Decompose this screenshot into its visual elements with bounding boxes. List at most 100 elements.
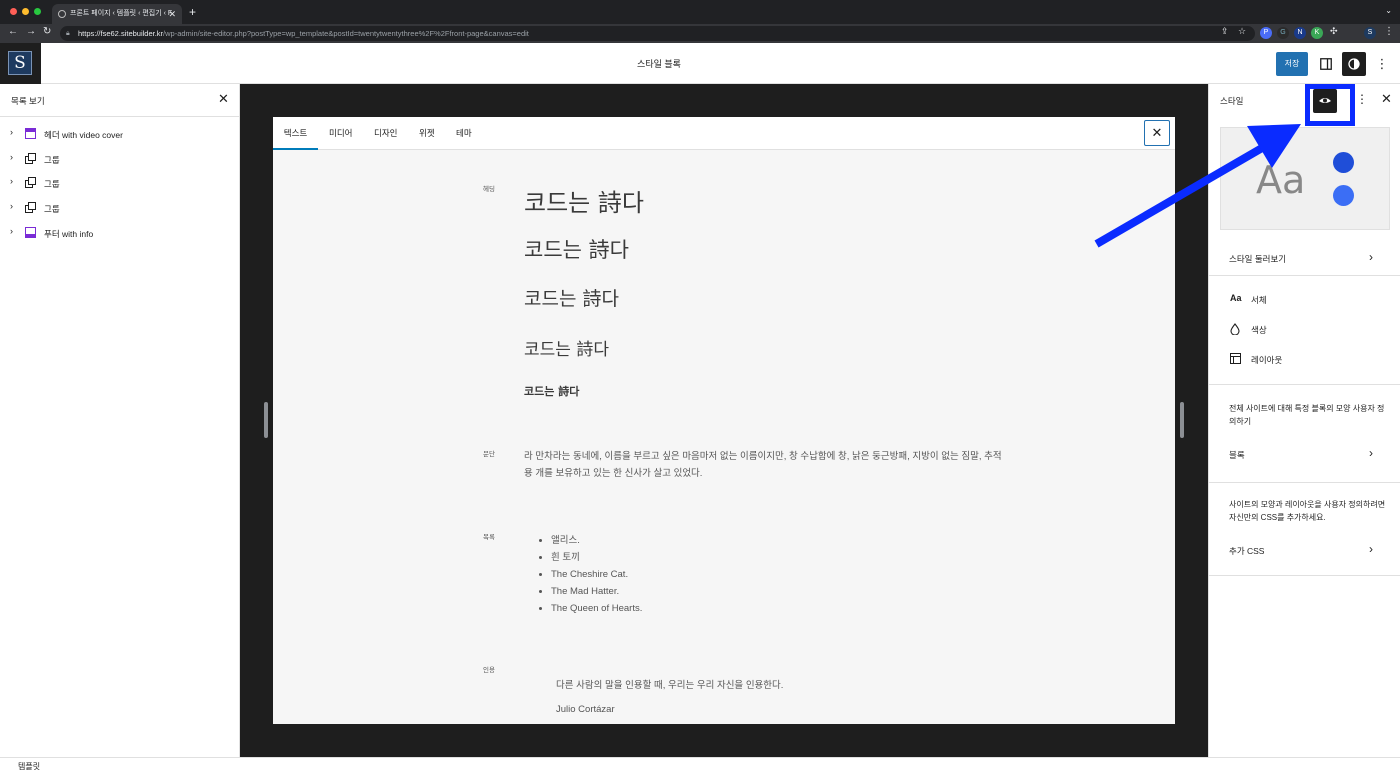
- list-block[interactable]: 앨리스. 흰 토끼 The Cheshire Cat. The Mad Hatt…: [551, 532, 642, 617]
- list-item: 흰 토끼: [551, 549, 642, 566]
- close-icon[interactable]: ✕: [168, 4, 176, 24]
- heading-h2[interactable]: 코드는 詩다: [524, 234, 629, 264]
- styles-panel-title: 스타일: [1220, 96, 1244, 106]
- more-options-button[interactable]: ⋮: [1356, 92, 1368, 106]
- list-item: 앨리스.: [551, 532, 642, 549]
- extension-icon[interactable]: G: [1277, 27, 1289, 39]
- chevron-right-icon[interactable]: ›: [10, 127, 13, 137]
- typography-label: 서체: [1251, 295, 1267, 305]
- resize-handle-left[interactable]: [264, 402, 268, 438]
- profile-avatar[interactable]: S: [1364, 27, 1376, 39]
- blocks-item[interactable]: 블록 ›: [1209, 446, 1400, 465]
- colors-item[interactable]: 색상: [1209, 322, 1400, 340]
- preview-color-dot: [1333, 152, 1354, 173]
- styles-toggle-button[interactable]: [1342, 52, 1366, 76]
- heading-h4[interactable]: 코드는 詩다: [524, 335, 609, 360]
- list-item[interactable]: › 그룹: [0, 150, 240, 168]
- divider: [1209, 482, 1400, 483]
- blocks-label: 블록: [1229, 450, 1245, 460]
- maximize-window-button[interactable]: [34, 8, 41, 15]
- style-book-toggle-button[interactable]: [1313, 89, 1337, 113]
- chevron-right-icon: ›: [1369, 446, 1373, 460]
- heading-section-label: 헤딩: [483, 186, 495, 193]
- address-bar[interactable]: 🔒︎ https://fse62.sitebuilder.kr/wp-admin…: [60, 26, 1255, 41]
- extension-icon[interactable]: K: [1311, 27, 1323, 39]
- layout-icon: [1230, 353, 1241, 364]
- list-item[interactable]: › 그룹: [0, 174, 240, 192]
- style-book-tabs: 텍스트 미디어 디자인 위젯 테마 ✕: [273, 117, 1175, 150]
- reload-button[interactable]: ↻: [43, 26, 51, 37]
- list-item-label: 푸터 with info: [44, 229, 94, 239]
- settings-sidebar-toggle[interactable]: [1314, 52, 1338, 76]
- chevron-right-icon[interactable]: ›: [10, 201, 13, 211]
- quote-citation[interactable]: Julio Cortázar: [556, 704, 615, 715]
- paragraph-block[interactable]: 라 만차라는 동네에, 이름을 부르고 싶은 마음마저 없는 이름이지만, 창 …: [524, 448, 1004, 482]
- list-item[interactable]: › 헤더 with video cover: [0, 125, 240, 143]
- list-item[interactable]: › 푸터 with info: [0, 224, 240, 242]
- template-part-icon: [25, 128, 36, 139]
- browse-styles-item[interactable]: 스타일 둘러보기 ›: [1209, 250, 1400, 269]
- chevron-right-icon[interactable]: ›: [10, 176, 13, 186]
- list-item-label: 헤더 with video cover: [44, 130, 123, 140]
- wordpress-icon: [58, 10, 66, 18]
- group-icon: [25, 153, 36, 164]
- forward-button[interactable]: →: [26, 26, 36, 37]
- share-icon[interactable]: ⇪: [1221, 26, 1229, 37]
- css-description: 사이트의 모양과 레이아웃을 사용자 정의하려면 자신만의 CSS를 추가하세요…: [1229, 500, 1386, 522]
- heading-h1[interactable]: 코드는 詩다: [524, 183, 644, 218]
- chevron-down-icon[interactable]: ⌄: [1385, 6, 1392, 15]
- heading-h5[interactable]: 코드는 詩다: [524, 383, 579, 399]
- colors-label: 색상: [1251, 325, 1267, 335]
- minimize-window-button[interactable]: [22, 8, 29, 15]
- editor-footer: 템플릿: [0, 757, 1400, 774]
- list-section-label: 목록: [483, 534, 495, 541]
- editor-header: S 스타일 블록 저장 ⋮: [0, 43, 1400, 84]
- tab-title: 프론트 페이지 ‹ 템플릿 ‹ 편집기 ‹ F: [70, 10, 173, 17]
- list-item-label: 그룹: [44, 204, 60, 214]
- new-tab-button[interactable]: +: [189, 5, 196, 19]
- preview-typography: Aa: [1256, 158, 1306, 202]
- close-style-book-button[interactable]: ✕: [1144, 120, 1170, 146]
- extension-icon[interactable]: N: [1294, 27, 1306, 39]
- list-item: The Cheshire Cat.: [551, 566, 642, 583]
- chevron-right-icon[interactable]: ›: [10, 152, 13, 162]
- chevron-right-icon[interactable]: ›: [10, 226, 13, 236]
- style-preview[interactable]: Aa: [1220, 127, 1390, 230]
- styles-panel: 스타일 ⋮ ✕ Aa 스타일 둘러보기 › Aa 서체 색상 레이아웃 전체 사…: [1208, 84, 1400, 757]
- extension-icon[interactable]: P: [1260, 27, 1272, 39]
- paragraph-section-label: 문단: [483, 451, 495, 458]
- browse-styles-label: 스타일 둘러보기: [1229, 254, 1287, 264]
- heading-h3[interactable]: 코드는 詩다: [524, 284, 619, 311]
- additional-css-item[interactable]: 추가 CSS ›: [1209, 542, 1400, 561]
- typography-item[interactable]: Aa 서체: [1209, 292, 1400, 310]
- group-icon: [25, 177, 36, 188]
- blocks-description: 전체 사이트에 대해 특정 블록의 모양 사용자 정의하기: [1229, 404, 1385, 426]
- document-title[interactable]: 스타일 블록: [0, 57, 1318, 70]
- options-more-button[interactable]: ⋮: [1370, 52, 1394, 76]
- back-button[interactable]: ←: [8, 26, 18, 37]
- list-item-label: 그룹: [44, 155, 60, 165]
- bookmark-star-icon[interactable]: ☆: [1238, 26, 1246, 37]
- list-item[interactable]: › 그룹: [0, 199, 240, 217]
- tab-widgets[interactable]: 위젯: [419, 117, 435, 150]
- layout-item[interactable]: 레이아웃: [1209, 352, 1400, 370]
- quote-text[interactable]: 다른 사람의 말을 인용할 때, 우리는 우리 자신을 인용한다.: [556, 677, 783, 691]
- divider: [0, 116, 240, 117]
- tab-text[interactable]: 텍스트: [273, 117, 318, 150]
- puzzle-icon[interactable]: ✣: [1330, 26, 1338, 37]
- tab-theme[interactable]: 테마: [456, 117, 472, 150]
- tab-media[interactable]: 미디어: [329, 117, 352, 150]
- close-window-button[interactable]: [10, 8, 17, 15]
- close-styles-button[interactable]: ✕: [1381, 91, 1392, 107]
- more-vertical-icon[interactable]: ⋮: [1384, 26, 1394, 37]
- resize-handle-right[interactable]: [1180, 402, 1184, 438]
- divider: [1209, 384, 1400, 385]
- url-path: /wp-admin/site-editor.php?postType=wp_te…: [163, 29, 529, 38]
- tab-design[interactable]: 디자인: [374, 117, 397, 150]
- half-circle-icon: [1348, 58, 1360, 70]
- browser-tab[interactable]: 프론트 페이지 ‹ 템플릿 ‹ 편집기 ‹ F ✕: [52, 4, 182, 24]
- browser-toolbar: ← → ↻ 🔒︎ https://fse62.sitebuilder.kr/wp…: [0, 24, 1400, 43]
- save-button[interactable]: 저장: [1276, 52, 1308, 76]
- breadcrumb[interactable]: 템플릿: [18, 761, 40, 772]
- close-list-view-button[interactable]: ✕: [218, 91, 229, 107]
